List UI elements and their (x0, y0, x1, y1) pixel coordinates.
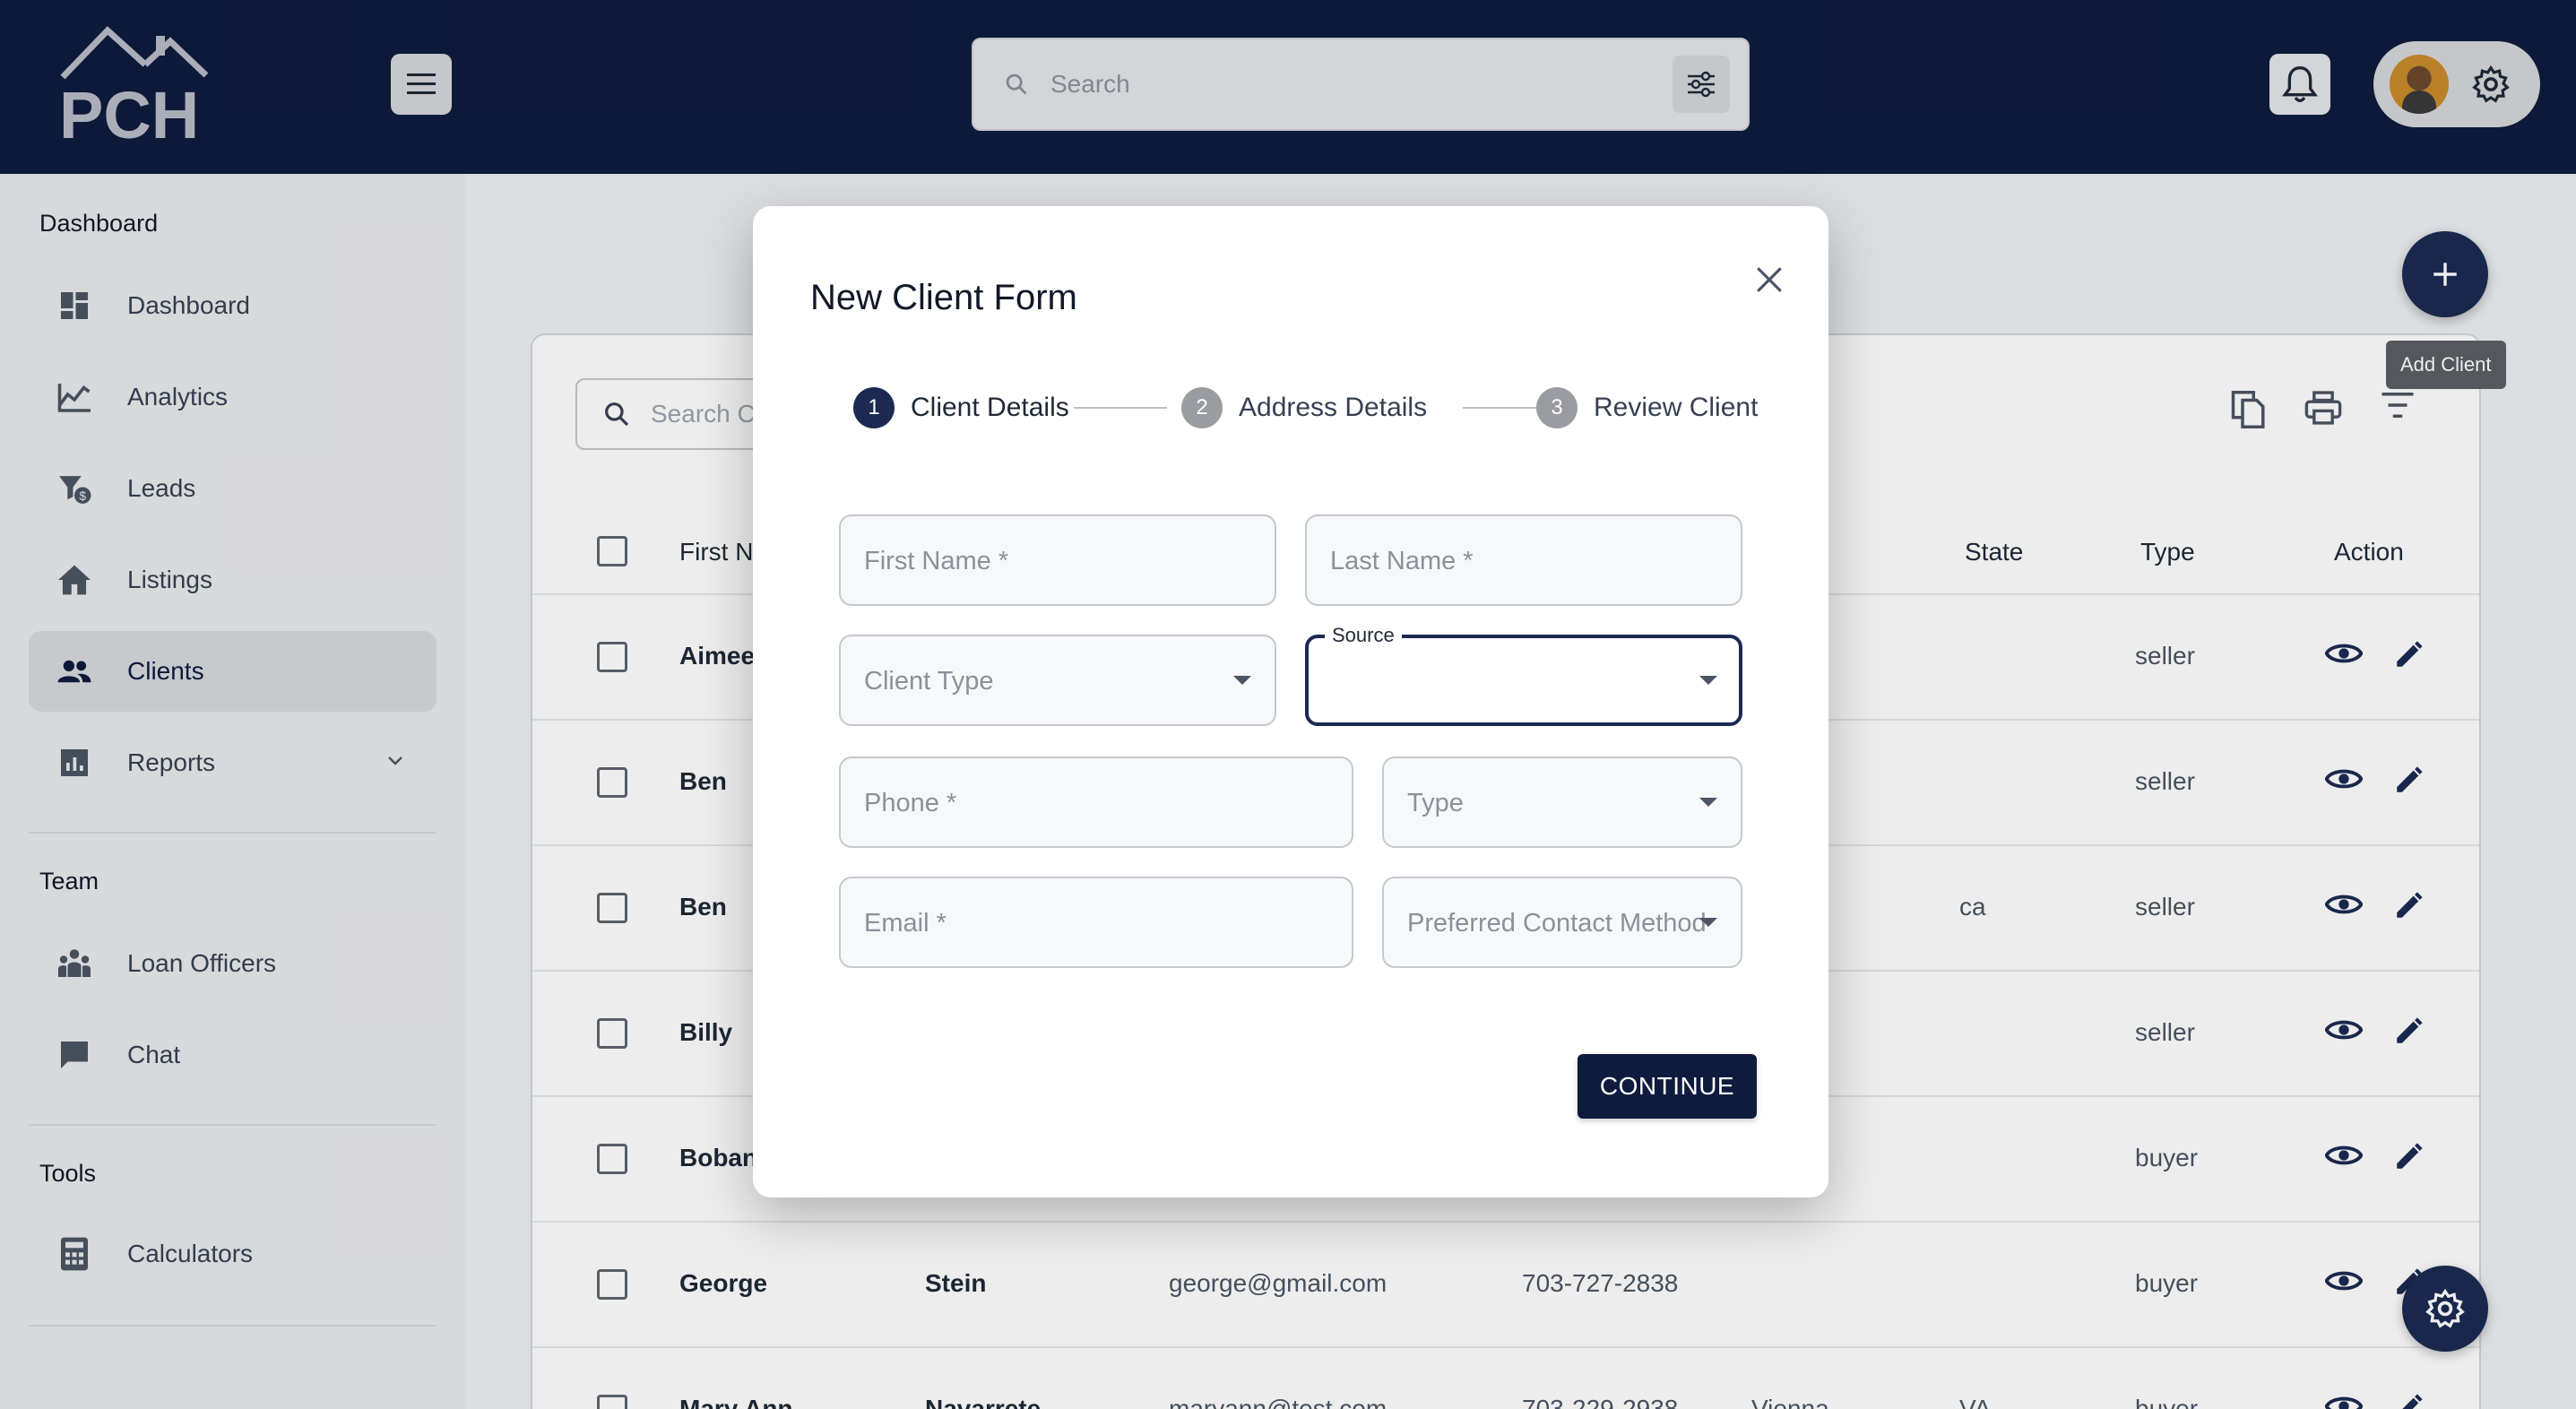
phone-field[interactable]: Phone * (839, 756, 1353, 848)
email-field[interactable]: Email * (839, 877, 1353, 968)
dropdown-caret-icon (1233, 676, 1251, 685)
last-name-field[interactable]: Last Name * (1305, 514, 1742, 606)
new-client-modal: New Client Form 1 Client Details 2 Addre… (753, 206, 1828, 1197)
source-select[interactable]: Source (1305, 624, 1742, 726)
step-label: Client Details (911, 393, 1069, 422)
step-client-details[interactable]: 1 Client Details (853, 385, 1069, 430)
email-placeholder: Email * (864, 909, 947, 938)
step-address-details[interactable]: 2 Address Details (1181, 385, 1427, 430)
phone-placeholder: Phone * (864, 789, 957, 817)
dropdown-caret-icon (1699, 676, 1717, 685)
first-name-field[interactable]: First Name * (839, 514, 1276, 606)
step-review-client[interactable]: 3 Review Client (1536, 385, 1758, 430)
modal-title: New Client Form (810, 278, 1077, 317)
dropdown-caret-icon (1699, 918, 1717, 927)
phone-type-select[interactable]: Type (1382, 756, 1742, 848)
step-label: Review Client (1594, 393, 1759, 422)
step-number: 2 (1181, 387, 1223, 428)
contact-method-placeholder: Preferred Contact Method (1407, 909, 1707, 938)
step-connector (1074, 407, 1167, 409)
step-number: 1 (853, 387, 895, 428)
client-type-select[interactable]: Client Type (839, 635, 1276, 726)
client-type-placeholder: Client Type (864, 667, 994, 696)
first-name-placeholder: First Name * (864, 547, 1009, 575)
close-icon (1757, 267, 1782, 292)
close-button[interactable] (1742, 253, 1796, 307)
form-stepper: 1 Client Details 2 Address Details 3 Rev… (853, 385, 1758, 430)
dropdown-caret-icon (1699, 798, 1717, 807)
contact-method-select[interactable]: Preferred Contact Method (1382, 877, 1742, 968)
step-label: Address Details (1239, 393, 1428, 422)
step-number: 3 (1536, 387, 1578, 428)
continue-button[interactable]: CONTINUE (1578, 1054, 1757, 1119)
last-name-placeholder: Last Name * (1330, 547, 1474, 575)
source-label: Source (1325, 624, 1402, 647)
phone-type-placeholder: Type (1407, 789, 1464, 817)
